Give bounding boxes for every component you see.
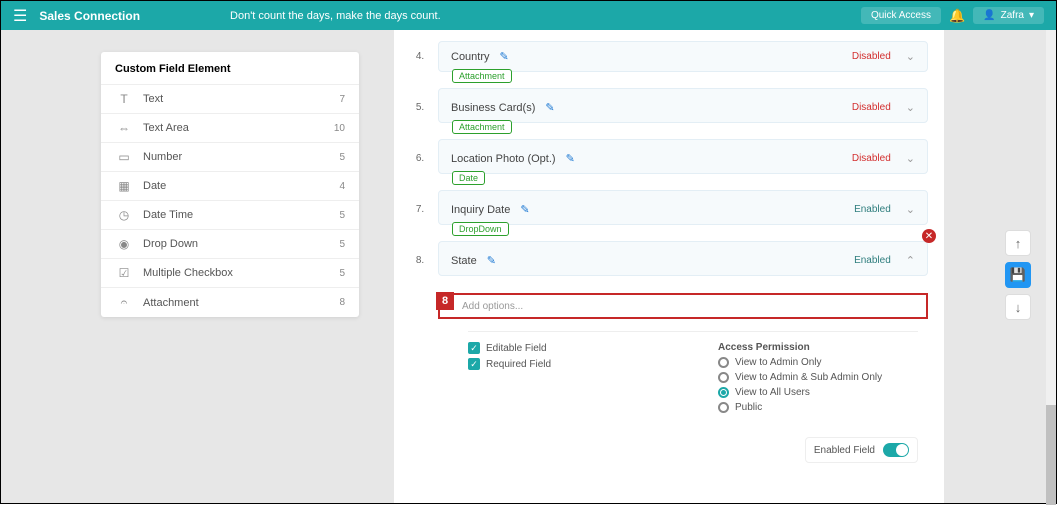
field-number: 6. bbox=[410, 153, 430, 174]
user-menu[interactable]: Zafra bbox=[973, 7, 1044, 24]
field-number: 5. bbox=[410, 102, 430, 123]
vertical-scrollbar[interactable] bbox=[1046, 30, 1056, 503]
editable-checkbox[interactable]: ✓Editable Field bbox=[468, 342, 678, 354]
field-label: Country bbox=[451, 51, 490, 63]
access-title: Access Permission bbox=[718, 342, 928, 353]
radio-icon bbox=[718, 372, 729, 383]
app-logo: Sales Connection bbox=[39, 9, 140, 23]
radio-icon bbox=[718, 357, 729, 368]
add-options-input[interactable]: Add options... bbox=[438, 293, 928, 319]
field-box[interactable]: Inquiry Date ✎ Enabled ⌄ bbox=[438, 190, 928, 225]
move-down-button[interactable]: ↓ bbox=[1005, 294, 1031, 320]
type-chip: Attachment bbox=[452, 69, 512, 83]
edit-icon[interactable]: ✎ bbox=[500, 50, 509, 63]
element-type-text-area[interactable]: ⇔Text Area10 bbox=[101, 113, 359, 142]
save-button[interactable]: 💾 bbox=[1005, 262, 1031, 288]
hamburger-icon[interactable]: ☰ bbox=[13, 6, 27, 26]
delete-icon[interactable]: ✕ bbox=[922, 229, 936, 243]
field-elements-panel: Custom Field Element TText7⇔Text Area10▭… bbox=[101, 52, 359, 317]
field-number: 8. bbox=[410, 255, 430, 276]
panel-title: Custom Field Element bbox=[101, 52, 359, 84]
field-box[interactable]: State ✎ Enabled ⌃ bbox=[438, 241, 928, 276]
type-icon: ▭ bbox=[115, 150, 133, 164]
field-row-location-photo-opt-: Attachment6.Location Photo (Opt.)✎Disabl… bbox=[410, 129, 928, 174]
status-label: Disabled bbox=[852, 153, 891, 164]
field-row-business-card-s-: Attachment5.Business Card(s)✎Disabled⌄ bbox=[410, 78, 928, 123]
chevron-icon[interactable]: ⌃ bbox=[906, 254, 915, 267]
field-row-country: 4. Country ✎ Disabled ⌄ bbox=[410, 41, 928, 72]
type-icon: 𝄐 bbox=[115, 295, 133, 310]
type-icon: ☑ bbox=[115, 266, 133, 280]
access-option[interactable]: View to All Users bbox=[718, 387, 928, 398]
field-box[interactable]: Country ✎ Disabled ⌄ bbox=[438, 41, 928, 72]
chevron-icon[interactable]: ⌄ bbox=[906, 50, 915, 63]
type-icon: ◉ bbox=[115, 237, 133, 251]
status-label: Enabled bbox=[854, 255, 891, 266]
type-chip: DropDown bbox=[452, 222, 509, 236]
field-number: 7. bbox=[410, 204, 430, 225]
required-checkbox[interactable]: ✓Required Field bbox=[468, 358, 678, 370]
access-option[interactable]: Public bbox=[718, 402, 928, 413]
element-type-drop-down[interactable]: ◉Drop Down5 bbox=[101, 229, 359, 258]
access-option[interactable]: View to Admin Only bbox=[718, 357, 928, 368]
field-box[interactable]: Business Card(s) ✎ Disabled ⌄ bbox=[438, 88, 928, 123]
field-box[interactable]: Location Photo (Opt.) ✎ Disabled ⌄ bbox=[438, 139, 928, 174]
status-label: Disabled bbox=[852, 51, 891, 62]
element-type-number[interactable]: ▭Number5 bbox=[101, 142, 359, 171]
field-label: Location Photo (Opt.) bbox=[451, 153, 556, 165]
field-label: Inquiry Date bbox=[451, 204, 510, 216]
chevron-icon[interactable]: ⌄ bbox=[906, 101, 915, 114]
status-label: Disabled bbox=[852, 102, 891, 113]
enabled-switch[interactable] bbox=[883, 443, 909, 457]
element-type-date[interactable]: ▦Date4 bbox=[101, 171, 359, 200]
radio-icon bbox=[718, 387, 729, 398]
radio-icon bbox=[718, 402, 729, 413]
type-chip: Date bbox=[452, 171, 485, 185]
fields-panel: 4. Country ✎ Disabled ⌄ Attachment 5. Business … bbox=[394, 30, 944, 503]
access-option[interactable]: View to Admin & Sub Admin Only bbox=[718, 372, 928, 383]
type-icon: ▦ bbox=[115, 179, 133, 193]
edit-icon[interactable]: ✎ bbox=[566, 152, 575, 165]
move-up-button[interactable]: ↑ bbox=[1005, 230, 1031, 256]
type-icon: ◷ bbox=[115, 208, 133, 222]
expanded-state-panel: 8 Add options... ✓Editable Field ✓Requir… bbox=[438, 276, 928, 473]
field-row-state: DropDown8.State✎Enabled⌃✕ bbox=[410, 231, 928, 276]
tagline: Don't count the days, make the days coun… bbox=[230, 10, 441, 22]
element-type-date-time[interactable]: ◷Date Time5 bbox=[101, 200, 359, 229]
edit-icon[interactable]: ✎ bbox=[545, 101, 554, 114]
app-header: ☰ Sales Connection Don't count the days,… bbox=[1, 1, 1056, 30]
chevron-icon[interactable]: ⌄ bbox=[906, 203, 915, 216]
bell-icon[interactable]: 🔔 bbox=[949, 8, 965, 24]
field-number: 4. bbox=[410, 51, 430, 72]
type-icon: ⇔ bbox=[115, 121, 133, 135]
callout-number: 8 bbox=[436, 292, 454, 310]
field-row-inquiry-date: Date7.Inquiry Date✎Enabled⌄ bbox=[410, 180, 928, 225]
edit-icon[interactable]: ✎ bbox=[520, 203, 529, 216]
field-label: State bbox=[451, 255, 477, 267]
field-label: Business Card(s) bbox=[451, 102, 535, 114]
edit-icon[interactable]: ✎ bbox=[487, 254, 496, 267]
type-chip: Attachment bbox=[452, 120, 512, 134]
quick-access-button[interactable]: Quick Access bbox=[861, 7, 941, 24]
chevron-icon[interactable]: ⌄ bbox=[906, 152, 915, 165]
status-label: Enabled bbox=[854, 204, 891, 215]
element-type-text[interactable]: TText7 bbox=[101, 84, 359, 113]
enabled-toggle-row: Enabled Field bbox=[805, 437, 918, 463]
element-type-multiple-checkbox[interactable]: ☑Multiple Checkbox5 bbox=[101, 258, 359, 287]
element-type-attachment[interactable]: 𝄐Attachment8 bbox=[101, 287, 359, 317]
type-icon: T bbox=[115, 92, 133, 106]
